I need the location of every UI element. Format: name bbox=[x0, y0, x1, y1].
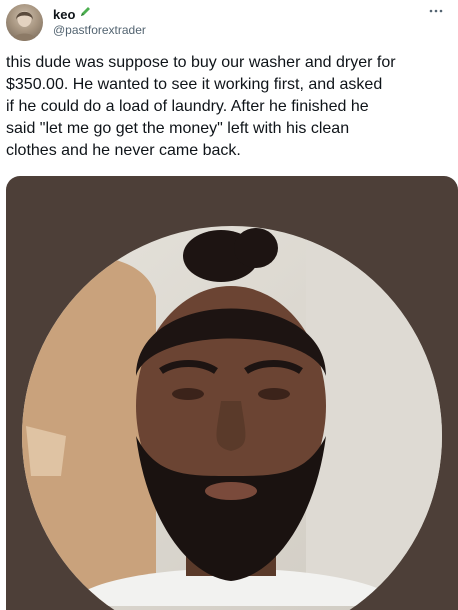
pencil-icon bbox=[79, 5, 92, 23]
handle[interactable]: @pastforextrader bbox=[53, 23, 146, 37]
name-row: keo bbox=[53, 5, 92, 23]
avatar[interactable] bbox=[6, 4, 43, 41]
media-image bbox=[22, 226, 442, 610]
more-icon[interactable] bbox=[428, 2, 444, 18]
tweet-text: this dude was suppose to buy our washer … bbox=[6, 54, 396, 159]
display-name[interactable]: keo bbox=[53, 7, 75, 22]
tweet-media[interactable] bbox=[6, 176, 458, 610]
tweet-header: keo @pastforextrader bbox=[0, 0, 458, 44]
